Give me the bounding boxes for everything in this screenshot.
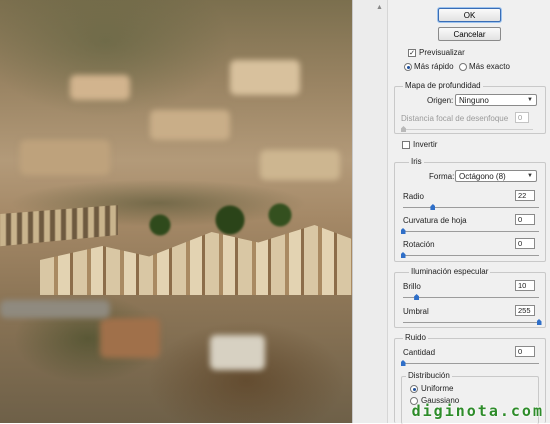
invert-checkbox[interactable]: [402, 141, 410, 149]
exact-label: Más exacto: [469, 62, 510, 71]
curvature-value: 0: [518, 215, 523, 224]
threshold-input[interactable]: 255: [515, 305, 535, 316]
blurred-building: [20, 140, 110, 175]
preview-label: Previsualizar: [419, 48, 465, 57]
radius-slider-thumb[interactable]: [430, 204, 436, 210]
focal-input[interactable]: 0: [515, 112, 529, 123]
iris-group: Iris Forma: Octágono (8) ▼ Radio 22 Curv…: [394, 157, 546, 262]
blurred-building: [210, 335, 265, 370]
radius-slider[interactable]: [403, 204, 539, 210]
ok-button[interactable]: OK: [438, 8, 501, 22]
blurred-building: [230, 60, 300, 95]
chevron-down-icon: ▼: [527, 97, 533, 103]
specular-group: Iluminación especular Brillo 10 Umbral 2…: [394, 267, 546, 328]
blurred-building: [70, 75, 130, 100]
source-label: Origen:: [427, 96, 454, 105]
amount-label: Cantidad: [403, 348, 436, 357]
radius-value: 22: [518, 191, 527, 200]
focal-label: Distancia focal de desenfoque: [401, 114, 509, 123]
amount-slider[interactable]: [400, 360, 539, 366]
blurred-building: [260, 150, 340, 180]
image-preview: [0, 0, 352, 423]
preview-checkbox[interactable]: ✓: [408, 49, 416, 57]
cancel-button[interactable]: Cancelar: [438, 27, 501, 41]
distribution-legend: Distribución: [406, 371, 452, 380]
blurred-roof: [100, 318, 160, 358]
source-value: Ninguno: [459, 95, 489, 105]
rotation-slider[interactable]: [400, 252, 539, 258]
curvature-slider-thumb[interactable]: [400, 228, 406, 234]
uniform-label: Uniforme: [421, 384, 454, 393]
shape-select[interactable]: Octágono (8) ▼: [455, 170, 537, 182]
curvature-label: Curvatura de hoja: [403, 216, 467, 225]
threshold-slider-thumb[interactable]: [536, 319, 542, 325]
uniform-radio[interactable]: [410, 385, 418, 393]
shape-value: Octágono (8): [459, 171, 506, 181]
focal-value: 0: [518, 113, 523, 122]
curvature-input[interactable]: 0: [515, 214, 535, 225]
threshold-value: 255: [518, 306, 531, 315]
specular-legend: Iluminación especular: [409, 267, 491, 276]
scroll-up-icon[interactable]: ▲: [376, 4, 383, 11]
chevron-down-icon: ▼: [527, 173, 533, 179]
focal-slider-thumb[interactable]: [401, 126, 406, 132]
rotation-slider-thumb[interactable]: [400, 252, 406, 258]
fast-radio[interactable]: [404, 63, 412, 71]
preview-scrollbar[interactable]: ▲: [352, 0, 387, 423]
brightness-value: 10: [518, 281, 527, 290]
blurred-building: [150, 110, 230, 140]
watermark-logo: diginota.com: [411, 402, 544, 420]
rotation-label: Rotación: [403, 240, 435, 249]
amount-input[interactable]: 0: [515, 346, 535, 357]
blurred-road: [0, 300, 110, 318]
threshold-slider[interactable]: [403, 319, 542, 325]
depth-map-group: Mapa de profundidad Origen: Ninguno ▼ Di…: [394, 81, 546, 134]
fast-label: Más rápido: [414, 62, 454, 71]
amount-slider-thumb[interactable]: [400, 360, 406, 366]
depth-map-legend: Mapa de profundidad: [403, 81, 483, 90]
shape-label: Forma:: [429, 172, 455, 181]
brightness-slider[interactable]: [403, 294, 539, 300]
iris-legend: Iris: [409, 157, 424, 166]
brightness-slider-thumb[interactable]: [414, 294, 420, 300]
noise-legend: Ruido: [403, 333, 428, 342]
rotation-input[interactable]: 0: [515, 238, 535, 249]
source-select[interactable]: Ninguno ▼: [455, 94, 537, 106]
exact-radio[interactable]: [459, 63, 467, 71]
radius-label: Radio: [403, 192, 424, 201]
threshold-label: Umbral: [403, 307, 429, 316]
check-icon: ✓: [409, 49, 415, 57]
radius-input[interactable]: 22: [515, 190, 535, 201]
invert-label: Invertir: [413, 140, 438, 149]
brightness-input[interactable]: 10: [515, 280, 535, 291]
brightness-label: Brillo: [403, 282, 421, 291]
rotation-value: 0: [518, 239, 523, 248]
focal-slider[interactable]: [401, 126, 533, 132]
settings-panel: OK Cancelar ✓ Previsualizar Más rápido M…: [387, 0, 550, 424]
curvature-slider[interactable]: [400, 228, 539, 234]
amount-value: 0: [518, 347, 523, 356]
